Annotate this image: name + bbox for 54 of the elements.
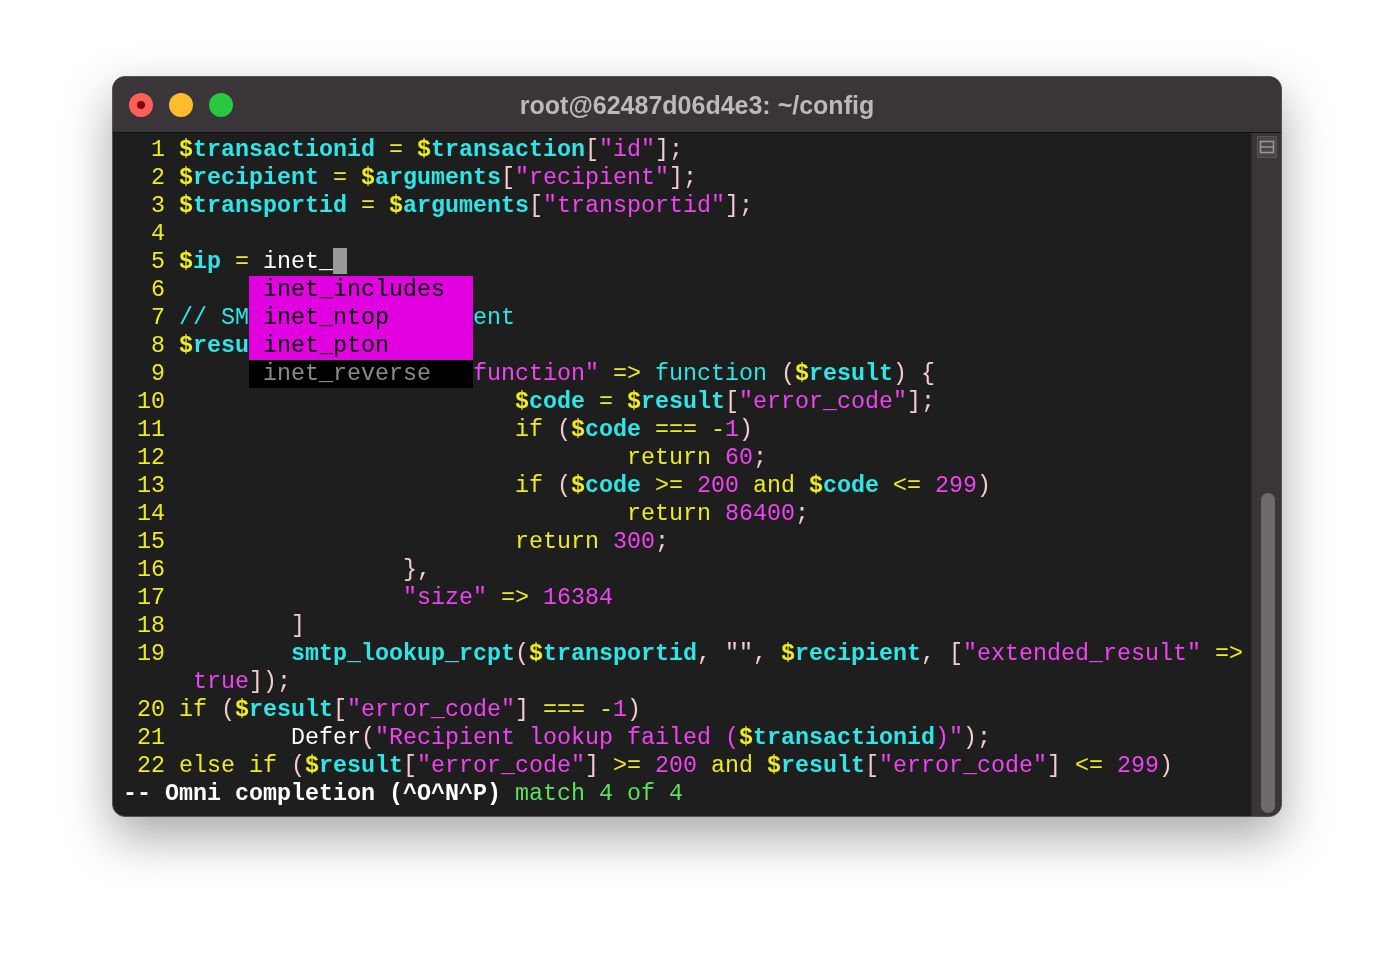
minimize-button[interactable] xyxy=(169,93,193,117)
code-line: $resu xyxy=(179,332,249,360)
line-number: 1 xyxy=(150,136,165,164)
code-line: Defer("Recipient lookup failed ($transactionid)"); xyxy=(291,724,991,752)
code-line: $recipient = $arguments["recipient"]; xyxy=(179,164,697,192)
line-number: 15 xyxy=(136,528,165,556)
close-button[interactable] xyxy=(129,93,153,117)
line-number: 11 xyxy=(136,416,165,444)
line-number: 19 xyxy=(136,640,165,668)
code-line: // SM xyxy=(179,304,249,332)
line-number: 4 xyxy=(150,220,165,248)
line-number: 16 xyxy=(136,556,165,584)
line-number: 2 xyxy=(150,164,165,192)
line-number: 17 xyxy=(136,584,165,612)
line-number: 12 xyxy=(136,444,165,472)
line-number: 21 xyxy=(136,724,165,752)
code-line: $transactionid = $transaction["id"]; xyxy=(179,136,683,164)
code-line: function" => function ($result) { xyxy=(472,360,935,388)
scrollbar-thumb[interactable] xyxy=(1261,493,1275,813)
split-icon[interactable] xyxy=(1257,136,1277,158)
code-line: ent xyxy=(473,304,515,332)
status-line: -- Omni completion (^O^N^P) match 4 of 4 xyxy=(123,780,683,808)
code-line: return 300; xyxy=(514,528,669,556)
line-number: 7 xyxy=(150,304,165,332)
line-number: 14 xyxy=(136,500,165,528)
code-line: if ($result["error_code"] === -1) xyxy=(179,696,641,724)
line-number: 6 xyxy=(150,276,165,304)
line-number: 18 xyxy=(136,612,165,640)
code-line: smtp_lookup_rcpt($transportid, "", $recipient, ["extended_result" => xyxy=(291,640,1243,668)
line-number: 3 xyxy=(150,192,165,220)
line-number: 9 xyxy=(150,360,165,388)
close-icon xyxy=(137,101,145,109)
code-line: if ($code >= 200 and $code <= 299) xyxy=(514,472,991,500)
line-number: 20 xyxy=(136,696,165,724)
code-line: return 86400; xyxy=(626,500,809,528)
code-line: "size" => 16384 xyxy=(403,584,613,612)
code-line: $transportid = $arguments["transportid"]; xyxy=(179,192,753,220)
code-line: if ($code === -1) xyxy=(514,416,753,444)
scrollbar-track[interactable] xyxy=(1251,133,1281,816)
line-number: 22 xyxy=(136,752,165,780)
zoom-button[interactable] xyxy=(209,93,233,117)
line-number: 8 xyxy=(150,332,165,360)
completion-item[interactable]: inet_reverse xyxy=(249,360,473,388)
code-line: $ip = inet_ xyxy=(179,248,333,276)
line-number: 5 xyxy=(150,248,165,276)
line-number: 13 xyxy=(136,472,165,500)
code-line: }, xyxy=(403,556,431,584)
code-line: $code = $result["error_code"]; xyxy=(514,388,935,416)
window-title: root@62487d06d4e3: ~/config xyxy=(519,90,875,121)
code-line: return 60; xyxy=(626,444,767,472)
code-line: else if ($result["error_code"] >= 200 and $result["error_code"] <= 299) xyxy=(179,752,1173,780)
line-number: 10 xyxy=(136,388,165,416)
code-line: ] xyxy=(291,612,305,640)
code-line: true]); xyxy=(193,668,291,696)
